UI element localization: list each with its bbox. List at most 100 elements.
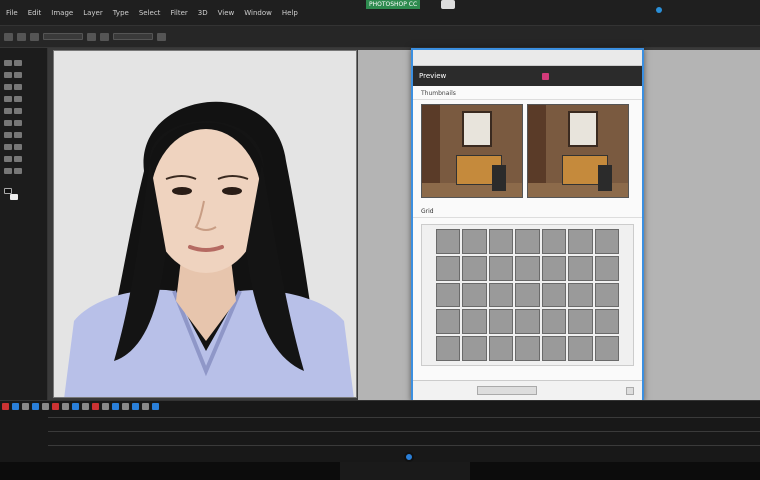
lasso-tool-icon[interactable] bbox=[4, 72, 12, 78]
layer-icon[interactable] bbox=[112, 403, 119, 410]
layer-icon[interactable] bbox=[32, 403, 39, 410]
menu-filter[interactable]: Filter bbox=[168, 8, 189, 18]
stop-icon[interactable] bbox=[22, 403, 29, 410]
heal-tool-icon[interactable] bbox=[4, 96, 12, 102]
layer-icon[interactable] bbox=[92, 403, 99, 410]
dialog-titlebar[interactable] bbox=[413, 50, 642, 66]
grid-cell[interactable] bbox=[568, 282, 593, 308]
timeline-track[interactable] bbox=[48, 417, 760, 418]
eraser-tool-icon[interactable] bbox=[4, 120, 12, 126]
wand-tool-icon[interactable] bbox=[14, 72, 22, 78]
grid-cell[interactable] bbox=[515, 229, 540, 254]
grid-cell[interactable] bbox=[594, 309, 619, 335]
zoom-tool-icon[interactable] bbox=[14, 168, 22, 174]
menu-window[interactable]: Window bbox=[242, 8, 274, 18]
grid-cell[interactable] bbox=[436, 229, 461, 254]
grid-cell[interactable] bbox=[436, 282, 461, 308]
menu-select[interactable]: Select bbox=[137, 8, 163, 18]
option-field[interactable] bbox=[113, 33, 153, 40]
path-tool-icon[interactable] bbox=[4, 156, 12, 162]
type-tool-icon[interactable] bbox=[14, 144, 22, 150]
timeline-track[interactable] bbox=[48, 445, 760, 446]
grid-cell[interactable] bbox=[488, 229, 514, 254]
layer-icon[interactable] bbox=[142, 403, 149, 410]
move-tool-icon[interactable] bbox=[4, 60, 12, 66]
layer-icon[interactable] bbox=[62, 403, 69, 410]
option-icon[interactable] bbox=[157, 32, 166, 41]
grid-cell[interactable] bbox=[515, 282, 540, 308]
grid-cell[interactable] bbox=[594, 336, 619, 361]
timeline-track[interactable] bbox=[48, 431, 760, 432]
ok-button[interactable] bbox=[477, 386, 537, 395]
grid-cell[interactable] bbox=[436, 309, 461, 335]
grid-cell[interactable] bbox=[515, 255, 540, 281]
grid-cell[interactable] bbox=[488, 282, 514, 308]
grid-cell[interactable] bbox=[488, 255, 514, 281]
history-brush-icon[interactable] bbox=[14, 108, 22, 114]
layer-icon[interactable] bbox=[152, 403, 159, 410]
option-icon[interactable] bbox=[87, 32, 96, 41]
menu-3d[interactable]: 3D bbox=[196, 8, 210, 18]
grid-cell[interactable] bbox=[541, 336, 567, 361]
layer-icon[interactable] bbox=[72, 403, 79, 410]
grid-cell[interactable] bbox=[462, 282, 487, 308]
crop-tool-icon[interactable] bbox=[4, 84, 12, 90]
grid-cell[interactable] bbox=[568, 309, 593, 335]
pen-tool-icon[interactable] bbox=[4, 144, 12, 150]
grid-cell[interactable] bbox=[568, 336, 593, 361]
grid-cell[interactable] bbox=[462, 255, 487, 281]
option-icon[interactable] bbox=[100, 32, 109, 41]
grid-cell[interactable] bbox=[541, 309, 567, 335]
grid-cell[interactable] bbox=[541, 255, 567, 281]
eyedropper-tool-icon[interactable] bbox=[14, 84, 22, 90]
blur-tool-icon[interactable] bbox=[4, 132, 12, 138]
menu-edit[interactable]: Edit bbox=[26, 8, 44, 18]
grid-cell[interactable] bbox=[462, 229, 487, 254]
menu-view[interactable]: View bbox=[216, 8, 237, 18]
layer-icon[interactable] bbox=[132, 403, 139, 410]
room-thumbnail[interactable] bbox=[421, 104, 523, 198]
grid-cell[interactable] bbox=[594, 229, 619, 254]
layer-icon[interactable] bbox=[42, 403, 49, 410]
power-button-icon[interactable] bbox=[404, 452, 414, 462]
background-color-swatch[interactable] bbox=[10, 194, 18, 200]
record-icon[interactable] bbox=[2, 403, 9, 410]
menu-file[interactable]: File bbox=[4, 8, 20, 18]
badge-icon[interactable] bbox=[542, 72, 550, 80]
grid-cell[interactable] bbox=[462, 309, 487, 335]
grid-cell[interactable] bbox=[568, 255, 593, 281]
grid-cell[interactable] bbox=[462, 336, 487, 361]
grid-cell[interactable] bbox=[568, 229, 593, 254]
marquee-tool-icon[interactable] bbox=[14, 60, 22, 66]
play-icon[interactable] bbox=[12, 403, 19, 410]
grid-cell[interactable] bbox=[488, 336, 514, 361]
resize-icon[interactable] bbox=[626, 386, 634, 395]
option-icon[interactable] bbox=[17, 32, 26, 41]
grid-cell[interactable] bbox=[488, 309, 514, 335]
menu-image[interactable]: Image bbox=[49, 8, 75, 18]
shape-tool-icon[interactable] bbox=[14, 156, 22, 162]
grid-cell[interactable] bbox=[515, 336, 540, 361]
grid-cell[interactable] bbox=[541, 229, 567, 254]
menu-type[interactable]: Type bbox=[111, 8, 131, 18]
grid-cell[interactable] bbox=[436, 336, 461, 361]
layer-icon[interactable] bbox=[122, 403, 129, 410]
brush-tool-icon[interactable] bbox=[14, 96, 22, 102]
layer-icon[interactable] bbox=[82, 403, 89, 410]
layer-icon[interactable] bbox=[102, 403, 109, 410]
gradient-tool-icon[interactable] bbox=[14, 120, 22, 126]
room-thumbnail[interactable] bbox=[527, 104, 629, 198]
hand-tool-icon[interactable] bbox=[4, 168, 12, 174]
dodge-tool-icon[interactable] bbox=[14, 132, 22, 138]
menu-help[interactable]: Help bbox=[280, 8, 300, 18]
grid-cell[interactable] bbox=[594, 255, 619, 281]
tool-preset-icon[interactable] bbox=[4, 32, 13, 41]
menu-layer[interactable]: Layer bbox=[81, 8, 105, 18]
stamp-tool-icon[interactable] bbox=[4, 108, 12, 114]
option-icon[interactable] bbox=[30, 32, 39, 41]
grid-cell[interactable] bbox=[541, 282, 567, 308]
grid-cell[interactable] bbox=[515, 309, 540, 335]
layer-icon[interactable] bbox=[52, 403, 59, 410]
option-field[interactable] bbox=[43, 33, 83, 40]
grid-cell[interactable] bbox=[436, 255, 461, 281]
